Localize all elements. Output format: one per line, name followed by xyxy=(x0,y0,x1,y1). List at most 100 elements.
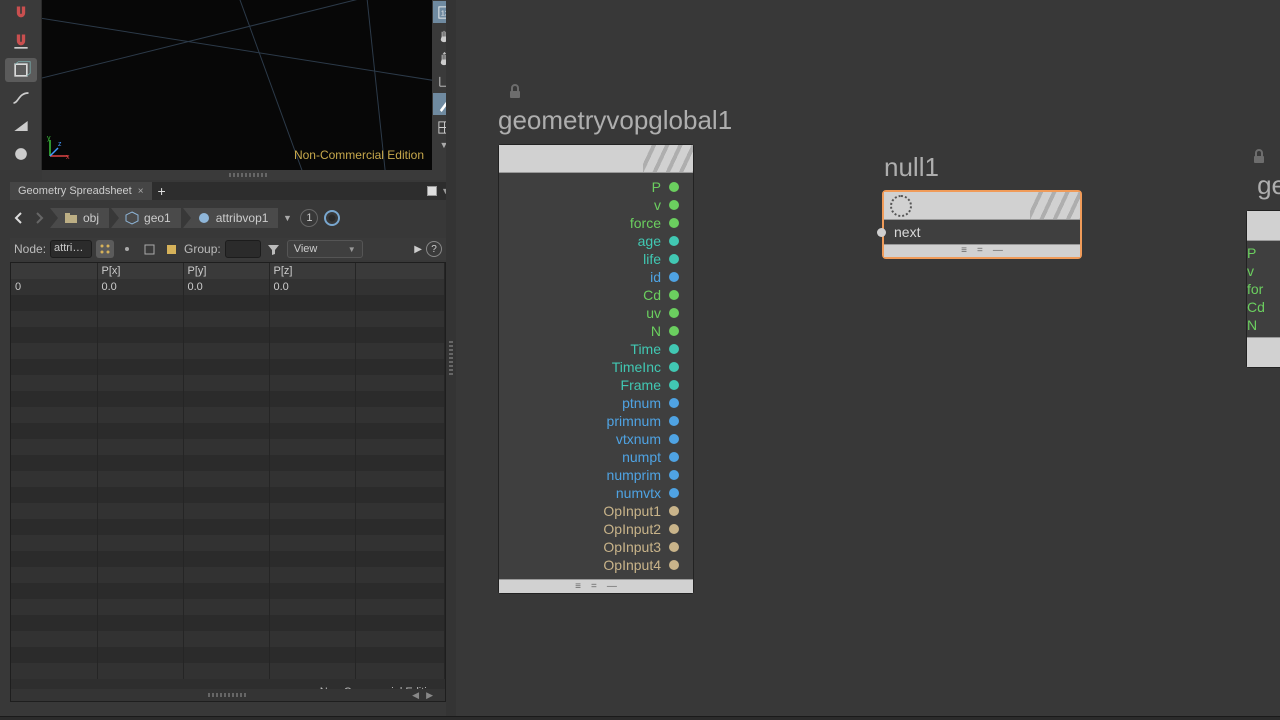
output-port[interactable]: numprim xyxy=(607,467,679,483)
port-dot-icon[interactable] xyxy=(669,218,679,228)
output-port[interactable]: life xyxy=(643,251,679,267)
output-port[interactable]: id xyxy=(650,269,679,285)
port-dot-icon[interactable] xyxy=(669,524,679,534)
port-dot-icon[interactable] xyxy=(669,236,679,246)
3d-viewport[interactable]: yxz Non-Commercial Edition xyxy=(42,0,432,170)
node-header[interactable] xyxy=(499,145,693,173)
input-port[interactable]: for xyxy=(1261,281,1279,297)
breadcrumb-geo1[interactable]: geo1 xyxy=(111,208,181,228)
tab-close-icon[interactable]: × xyxy=(138,186,144,197)
breadcrumb-attribvop1[interactable]: attribvop1 xyxy=(183,208,279,228)
output-port[interactable]: OpInput4 xyxy=(603,557,679,573)
input-port-icon[interactable] xyxy=(877,228,886,237)
play-button[interactable]: ▶ xyxy=(414,244,422,255)
prims-toggle[interactable] xyxy=(140,240,158,258)
network-view[interactable]: geometryvopglobal1 PvforceagelifeidCduvN… xyxy=(456,0,1280,716)
input-port[interactable]: N xyxy=(1261,317,1279,333)
filter-button[interactable] xyxy=(265,240,283,258)
output-port[interactable]: Time xyxy=(630,341,679,357)
column-header[interactable]: P[y] xyxy=(183,263,269,279)
tab-geometry-spreadsheet[interactable]: Geometry Spreadsheet × xyxy=(10,182,153,200)
curve-tool-button[interactable] xyxy=(5,86,37,110)
tab-add-button[interactable]: + xyxy=(153,182,171,200)
output-port[interactable]: Frame xyxy=(621,377,679,393)
port-dot-icon[interactable] xyxy=(669,380,679,390)
nav-forward-button[interactable] xyxy=(30,209,48,227)
port-dot-icon[interactable] xyxy=(669,542,679,552)
breadcrumb-obj[interactable]: obj xyxy=(50,208,109,228)
port-dot-icon[interactable] xyxy=(669,452,679,462)
column-header[interactable]: P[x] xyxy=(97,263,183,279)
port-dot-icon[interactable] xyxy=(669,506,679,516)
output-port[interactable]: vtxnum xyxy=(616,431,679,447)
panel-maximize-icon[interactable] xyxy=(427,186,437,196)
group-field[interactable] xyxy=(225,240,261,258)
input-port[interactable]: v xyxy=(1261,263,1279,279)
node-header[interactable] xyxy=(884,192,1080,220)
vertical-splitter[interactable] xyxy=(446,0,456,716)
output-port[interactable]: age xyxy=(638,233,679,249)
horizontal-splitter[interactable] xyxy=(42,170,456,180)
output-port[interactable]: v xyxy=(654,197,679,213)
geometry-spreadsheet[interactable]: P[x]P[y]P[z] 00.00.00.0 Non-Commercial E… xyxy=(10,262,446,702)
port-dot-icon[interactable] xyxy=(669,254,679,264)
port-dot-icon[interactable] xyxy=(669,434,679,444)
port-dot-icon[interactable] xyxy=(669,398,679,408)
vop-output-node[interactable]: Pv for Cd N xyxy=(1246,210,1280,368)
output-port[interactable]: TimeInc xyxy=(612,359,679,375)
output-port[interactable]: OpInput3 xyxy=(603,539,679,555)
vertices-toggle[interactable] xyxy=(118,240,136,258)
port-dot-icon[interactable] xyxy=(669,362,679,372)
null-node[interactable]: next ≡=— xyxy=(882,190,1082,259)
port-dot-icon[interactable] xyxy=(669,200,679,210)
output-port[interactable]: ptnum xyxy=(622,395,679,411)
port-dot-icon[interactable] xyxy=(669,416,679,426)
breadcrumb-dropdown-button[interactable]: ▼ xyxy=(280,213,294,223)
node-footer[interactable]: ≡=— xyxy=(499,579,693,593)
magnet-bars-tool-button[interactable] xyxy=(5,30,37,54)
port-dot-icon[interactable] xyxy=(669,182,679,192)
spreadsheet-scrollbar[interactable]: ◀▶ xyxy=(11,689,445,701)
output-port[interactable]: numvtx xyxy=(616,485,679,501)
column-header[interactable] xyxy=(355,263,445,279)
view-dropdown[interactable]: View▼ xyxy=(287,240,363,258)
port-dot-icon[interactable] xyxy=(669,272,679,282)
column-header[interactable]: P[z] xyxy=(269,263,355,279)
output-port[interactable]: primnum xyxy=(607,413,679,429)
output-port[interactable]: force xyxy=(630,215,679,231)
port-dot-icon[interactable] xyxy=(669,470,679,480)
nav-back-button[interactable] xyxy=(10,209,28,227)
link-ring-icon[interactable] xyxy=(324,210,340,226)
port-dot-icon[interactable] xyxy=(669,560,679,570)
node-header[interactable] xyxy=(1247,211,1280,241)
output-port[interactable]: numpt xyxy=(622,449,679,465)
vop-global-node[interactable]: Pv force age life id Cd uv N Time TimeInc Frame ptn… xyxy=(498,144,694,594)
points-toggle[interactable] xyxy=(96,240,114,258)
output-port[interactable]: OpInput1 xyxy=(603,503,679,519)
node-input[interactable]: next xyxy=(884,220,1080,244)
port-dot-icon[interactable] xyxy=(669,488,679,498)
table-row[interactable]: 00.00.00.0 xyxy=(11,279,445,295)
port-dot-icon[interactable] xyxy=(669,344,679,354)
node-footer[interactable] xyxy=(1247,337,1280,367)
sphere-tool-button[interactable] xyxy=(5,142,37,166)
port-dot-icon[interactable] xyxy=(669,326,679,336)
output-port[interactable]: OpInput2 xyxy=(603,521,679,537)
box-tool-button[interactable] xyxy=(5,58,37,82)
output-port[interactable]: P xyxy=(652,179,679,195)
detail-toggle[interactable] xyxy=(162,240,180,258)
node-footer[interactable]: ≡=— xyxy=(884,244,1080,257)
port-dot-icon[interactable] xyxy=(669,308,679,318)
output-port[interactable]: Cd xyxy=(643,287,679,303)
help-button[interactable]: ? xyxy=(426,241,442,257)
input-port[interactable]: P xyxy=(1261,245,1279,261)
column-header[interactable] xyxy=(11,263,97,279)
node-field[interactable]: attri… xyxy=(50,240,92,258)
input-index-pill[interactable]: 1 xyxy=(300,209,318,227)
output-port[interactable]: N xyxy=(651,323,679,339)
port-dot-icon[interactable] xyxy=(669,290,679,300)
output-port[interactable]: uv xyxy=(646,305,679,321)
wedge-tool-button[interactable] xyxy=(5,114,37,138)
input-port[interactable]: Cd xyxy=(1261,299,1279,315)
magnet-tool-button[interactable] xyxy=(5,2,37,26)
